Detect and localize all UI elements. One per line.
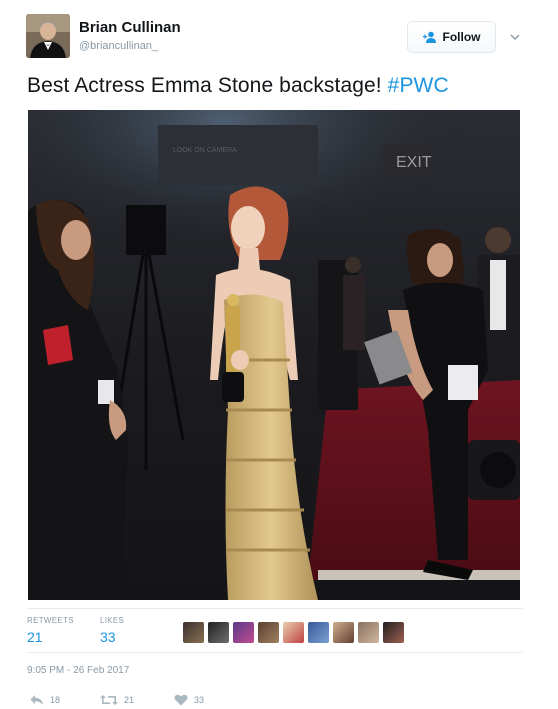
liker-avatar[interactable] [283, 622, 304, 643]
tweet-card: Brian Cullinan @briancullinan_ Follow Be… [0, 0, 558, 709]
avatar[interactable] [26, 14, 70, 58]
tweet-body: Best Actress Emma Stone backstage! [27, 74, 388, 97]
retweets-label: RETWEETS [27, 616, 74, 625]
heart-icon [174, 694, 188, 706]
retweet-icon [100, 695, 119, 705]
like-count: 33 [194, 695, 205, 705]
divider-bottom [27, 652, 523, 653]
likes-count: 33 [100, 629, 116, 645]
retweets-count: 21 [27, 629, 43, 645]
like-action[interactable]: 33 [174, 694, 204, 706]
liker-avatar[interactable] [208, 622, 229, 643]
retweet-count: 21 [124, 695, 135, 705]
camera-sign: LOOK ON CAMERA [173, 147, 237, 154]
retweets-stat[interactable]: RETWEETS 21 [27, 616, 74, 645]
likes-label: LIKES [100, 616, 125, 625]
liker-avatar[interactable] [183, 622, 204, 643]
chevron-down-icon[interactable] [508, 30, 522, 44]
reply-icon [30, 695, 43, 705]
reply-count: 18 [50, 695, 61, 705]
liker-avatar[interactable] [308, 622, 329, 643]
tweet-text: Best Actress Emma Stone backstage! #PWC [27, 74, 449, 98]
follow-user-icon [422, 31, 436, 43]
likes-stat[interactable]: LIKES 33 [100, 616, 124, 645]
exit-sign: EXIT [396, 154, 432, 171]
tweet-photo[interactable]: EXIT LOOK ON CAMERA [28, 110, 520, 600]
liker-avatar[interactable] [333, 622, 354, 643]
user-name[interactable]: Brian Cullinan [79, 19, 181, 36]
likers-avatar-row [183, 622, 404, 643]
retweet-action[interactable]: 21 [100, 694, 134, 706]
liker-avatar[interactable] [233, 622, 254, 643]
tweet-actions: 18 21 33 [30, 694, 244, 706]
follow-button[interactable]: Follow [407, 21, 496, 53]
reply-action[interactable]: 18 [30, 694, 60, 706]
liker-avatar[interactable] [383, 622, 404, 643]
liker-avatar[interactable] [358, 622, 379, 643]
user-handle[interactable]: @briancullinan_ [79, 40, 158, 52]
tweet-timestamp[interactable]: 9:05 PM - 26 Feb 2017 [27, 665, 129, 676]
hashtag-link[interactable]: #PWC [388, 74, 449, 97]
divider-top [27, 608, 523, 609]
follow-label: Follow [442, 30, 481, 44]
liker-avatar[interactable] [258, 622, 279, 643]
